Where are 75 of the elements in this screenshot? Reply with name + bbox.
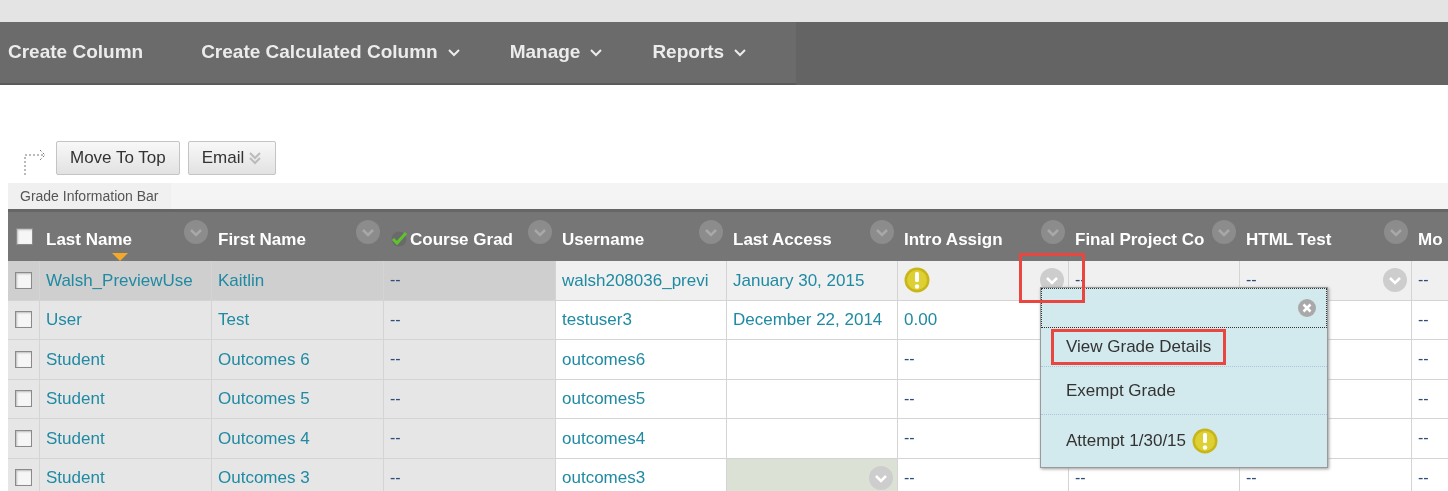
row-checkbox[interactable] — [15, 311, 32, 329]
cell-link[interactable]: Outcomes 5 — [218, 386, 310, 412]
cell-text: -- — [390, 270, 401, 291]
toolbar-menu[interactable]: Create Column — [0, 22, 202, 83]
cell-text: -- — [904, 428, 915, 449]
cell-link[interactable]: Outcomes 6 — [218, 346, 310, 372]
cell-link[interactable]: Test — [218, 307, 250, 333]
chevron-down-icon — [590, 48, 603, 57]
column-header[interactable]: Last Name — [46, 226, 132, 253]
checkmark-icon — [390, 230, 408, 247]
cell-text: -- — [1246, 270, 1257, 291]
cell-text: -- — [390, 349, 401, 370]
cell-text: -- — [904, 388, 915, 409]
column-header[interactable]: HTML Test — [1246, 226, 1332, 253]
menu-item[interactable]: Exempt Grade — [1051, 372, 1191, 409]
cell-link[interactable]: User — [46, 307, 82, 333]
row-checkbox[interactable] — [15, 271, 32, 289]
cell-text: -- — [1418, 467, 1429, 488]
column-header[interactable]: Username — [562, 226, 645, 253]
row-checkbox[interactable] — [15, 350, 32, 368]
column-header[interactable]: Course Grad — [410, 226, 513, 253]
cell-link[interactable]: outcomes5 — [562, 386, 646, 412]
menu-item[interactable]: Attempt 1/30/15 — [1051, 423, 1234, 459]
cell-text: -- — [390, 467, 401, 488]
column-header[interactable]: Intro Assign — [904, 226, 1003, 253]
cell-text: -- — [1418, 270, 1429, 291]
toolbar-menu[interactable]: Reports — [652, 22, 797, 83]
row-checkbox[interactable] — [15, 228, 33, 245]
cell-link[interactable]: January 30, 2015 — [733, 267, 865, 293]
action-button[interactable]: Email — [187, 140, 277, 175]
cell-text: -- — [1418, 349, 1429, 370]
toolbar-menu[interactable]: Create Calculated Column — [201, 22, 510, 83]
cell-text: -- — [390, 388, 401, 409]
warning-icon — [1192, 428, 1219, 454]
cell-link[interactable]: walsh208036_previ — [562, 267, 709, 293]
row-checkbox[interactable] — [15, 390, 32, 408]
cell-link[interactable]: Outcomes 4 — [218, 425, 310, 451]
info-bar-tab[interactable]: Grade Information Bar — [8, 183, 171, 209]
column-header[interactable]: Mo — [1418, 226, 1443, 253]
cell-text: -- — [904, 349, 915, 370]
warning-icon — [904, 267, 930, 294]
menu-item[interactable]: View Grade Details — [1051, 329, 1227, 365]
row-checkbox[interactable] — [15, 469, 32, 487]
double-chevron-icon — [248, 150, 263, 165]
column-header[interactable]: Final Project Co — [1075, 226, 1205, 253]
cell-link[interactable]: 0.00 — [904, 307, 938, 333]
cell-link[interactable]: Kaitlin — [218, 267, 265, 293]
cell-text: -- — [1418, 428, 1429, 449]
cell-text: -- — [904, 467, 915, 488]
chevron-down-icon — [734, 48, 747, 57]
cell-link[interactable]: Student — [46, 465, 105, 491]
column-header[interactable]: Last Access — [733, 226, 832, 253]
cell-link[interactable]: Student — [46, 346, 105, 372]
cell-link[interactable]: Walsh_PreviewUse — [46, 267, 193, 293]
cell-link[interactable]: outcomes3 — [562, 465, 646, 491]
cell-link[interactable]: outcomes6 — [562, 346, 646, 372]
cell-text: -- — [1418, 309, 1429, 330]
column-header[interactable]: First Name — [218, 226, 306, 253]
cell-text: -- — [390, 309, 401, 330]
toolbar-menu[interactable]: Manage — [509, 22, 653, 83]
cell-link[interactable]: outcomes4 — [562, 425, 646, 451]
cell-link[interactable]: Student — [46, 386, 105, 412]
sort-arrow-icon — [112, 253, 128, 261]
cell-text: -- — [1418, 388, 1429, 409]
cell-text: -- — [1075, 467, 1086, 488]
cell-link[interactable]: December 22, 2014 — [733, 307, 883, 333]
row-checkbox[interactable] — [15, 429, 32, 447]
cell-text: -- — [1246, 467, 1257, 488]
cell-text: -- — [390, 428, 401, 449]
chevron-down-icon — [447, 48, 460, 57]
close-icon[interactable] — [1298, 299, 1316, 317]
cell-link[interactable]: Student — [46, 425, 105, 451]
action-button[interactable]: Move To Top — [56, 140, 180, 175]
cell-link[interactable]: Outcomes 3 — [218, 465, 310, 491]
cell-link[interactable]: testuser3 — [562, 307, 632, 333]
